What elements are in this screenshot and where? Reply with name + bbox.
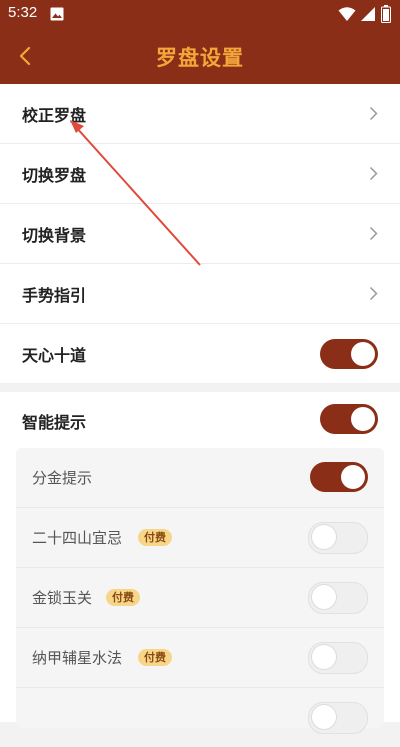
smart-tip-section: 智能提示 分金提示 二十四山宜忌 付费 金锁玉关 付费 纳甲辅星水法 付费 bbox=[0, 392, 400, 734]
setting-label: 智能提示 bbox=[22, 413, 87, 432]
setting-row-smart-tip: 智能提示 bbox=[0, 392, 400, 448]
status-bar: 5:32 bbox=[0, 0, 400, 28]
setting-row-tianxin-shidao: 天心十道 bbox=[0, 324, 400, 383]
settings-list: 校正罗盘 切换罗盘 切换背景 手势指引 天心十道 bbox=[0, 84, 400, 383]
sub-row-fenjin-tip: 分金提示 bbox=[16, 448, 384, 508]
toggle-knob bbox=[312, 645, 336, 669]
setting-label: 校正罗盘 bbox=[22, 105, 87, 125]
setting-label: 手势指引 bbox=[22, 285, 87, 305]
sub-label: 二十四山宜忌 bbox=[32, 529, 123, 547]
setting-label: 天心十道 bbox=[22, 345, 87, 365]
sub-row-partial bbox=[16, 688, 384, 747]
setting-row-calibrate-compass[interactable]: 校正罗盘 bbox=[0, 84, 400, 144]
24-mountains-toggle[interactable] bbox=[308, 522, 368, 554]
chevron-right-icon bbox=[369, 226, 378, 241]
toggle-knob bbox=[351, 341, 375, 366]
image-notification-icon bbox=[50, 7, 64, 21]
chevron-right-icon bbox=[369, 166, 378, 181]
partial-toggle[interactable] bbox=[308, 702, 368, 734]
paid-badge: 付费 bbox=[106, 589, 140, 606]
paid-badge: 付费 bbox=[138, 649, 172, 666]
smart-tip-toggle[interactable] bbox=[320, 404, 378, 434]
chevron-right-icon bbox=[369, 106, 378, 121]
sub-label: 金锁玉关 bbox=[32, 589, 93, 607]
sub-row-jinsuo-yuguan: 金锁玉关 付费 bbox=[16, 568, 384, 628]
sub-row-najia-fuxing: 纳甲辅星水法 付费 bbox=[16, 628, 384, 688]
toggle-knob bbox=[351, 407, 375, 431]
toggle-knob bbox=[312, 705, 336, 729]
setting-row-switch-background[interactable]: 切换背景 bbox=[0, 204, 400, 264]
setting-row-gesture-guide[interactable]: 手势指引 bbox=[0, 264, 400, 324]
status-time: 5:32 bbox=[8, 4, 38, 21]
smart-tip-subpanel: 分金提示 二十四山宜忌 付费 金锁玉关 付费 纳甲辅星水法 付费 bbox=[16, 448, 384, 734]
app-header: 罗盘设置 bbox=[0, 28, 400, 84]
jinsuo-yuguan-toggle[interactable] bbox=[308, 582, 368, 614]
page-title: 罗盘设置 bbox=[156, 46, 244, 70]
najia-fuxing-toggle[interactable] bbox=[308, 642, 368, 674]
toggle-knob bbox=[312, 525, 336, 549]
chevron-right-icon bbox=[369, 286, 378, 301]
toggle-knob bbox=[312, 585, 336, 609]
sub-row-24-mountains: 二十四山宜忌 付费 bbox=[16, 508, 384, 568]
battery-icon bbox=[381, 5, 391, 23]
sub-label: 分金提示 bbox=[32, 469, 93, 487]
fenjin-tip-toggle[interactable] bbox=[310, 462, 368, 492]
setting-label: 切换背景 bbox=[22, 225, 87, 245]
paid-badge: 付费 bbox=[138, 529, 172, 546]
tianxin-shidao-toggle[interactable] bbox=[320, 338, 378, 369]
setting-label: 切换罗盘 bbox=[22, 165, 87, 185]
toggle-knob bbox=[341, 465, 365, 489]
signal-icon bbox=[361, 7, 375, 21]
setting-row-switch-compass[interactable]: 切换罗盘 bbox=[0, 144, 400, 204]
wifi-icon bbox=[338, 7, 356, 21]
sub-label: 纳甲辅星水法 bbox=[32, 649, 123, 667]
